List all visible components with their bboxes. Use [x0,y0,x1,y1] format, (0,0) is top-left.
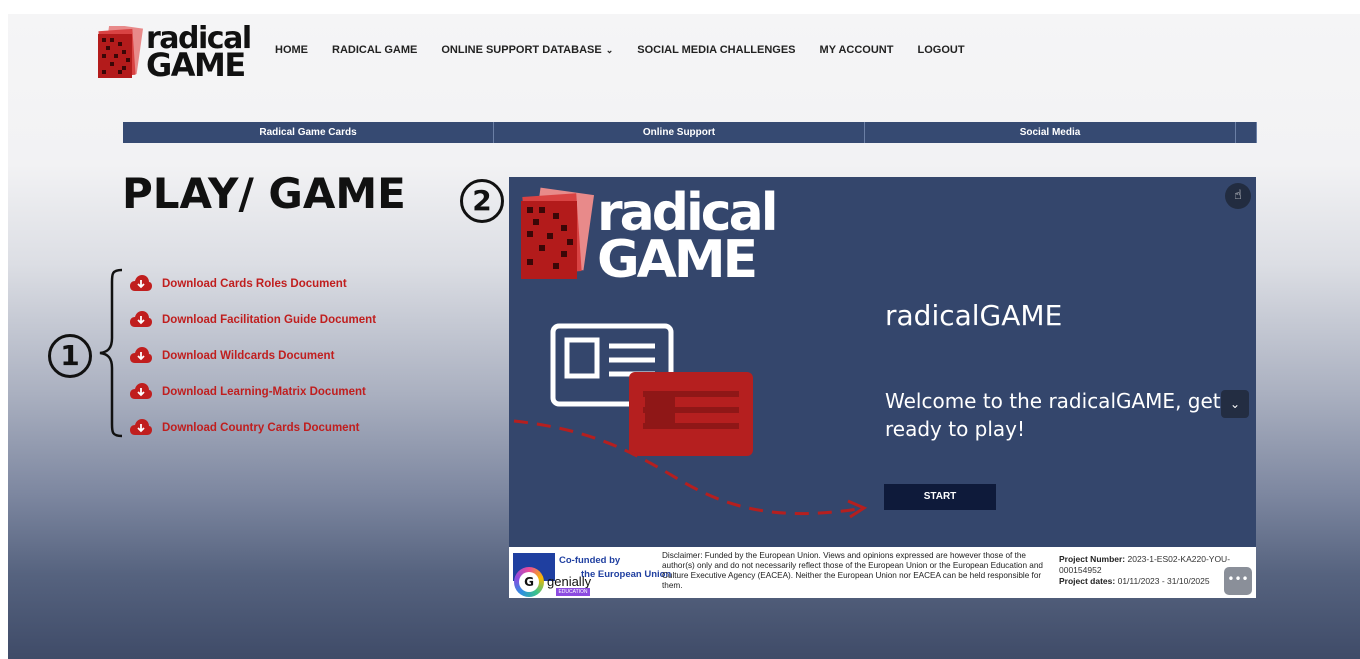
curly-brace-icon [99,268,123,438]
cofunded-line1: Co-funded by [559,555,621,566]
education-badge: EDUCATION [556,588,590,596]
nav-online-support-database-label: ONLINE SUPPORT DATABASE [441,44,602,56]
nav-logout[interactable]: LOGOUT [917,44,964,56]
subnav-social-media[interactable]: Social Media [865,122,1236,143]
download-label: Download Country Cards Document [162,422,360,434]
nav-home[interactable]: HOME [275,44,308,56]
project-dates-label: Project dates: [1059,576,1116,586]
subnav-online-support[interactable]: Online Support [494,122,865,143]
cards-logo-icon [98,26,144,78]
cloud-download-icon [130,347,152,363]
chevron-down-button[interactable]: ⌄ [1221,390,1249,418]
download-cards-roles-link[interactable]: Download Cards Roles Document [130,266,376,302]
start-button[interactable]: START [884,484,996,510]
cloud-download-icon [130,419,152,435]
panel-title: radicalGAME [885,299,1063,332]
download-wildcards-link[interactable]: Download Wildcards Document [130,338,376,374]
download-learning-matrix-link[interactable]: Download Learning-Matrix Document [130,374,376,410]
download-label: Download Wildcards Document [162,350,335,362]
download-label: Download Facilitation Guide Document [162,314,377,326]
cloud-download-icon [130,275,152,291]
download-label: Download Learning-Matrix Document [162,386,366,398]
fullscreen-button[interactable]: ☝ [1225,183,1251,209]
download-label: Download Cards Roles Document [162,278,347,290]
more-options-button[interactable]: ••• [1224,567,1252,595]
project-info: Project Number: 2023-1-ES02-KA220-YOU-00… [1059,554,1239,587]
subnav-radical-game-cards[interactable]: Radical Game Cards [123,122,494,143]
project-number-label: Project Number: [1059,554,1126,564]
genially-logo-icon[interactable] [514,567,544,597]
panel-subtitle: Welcome to the radicalGAME, get ready to… [885,389,1221,441]
subnav-spacer [1236,122,1257,143]
disclaimer-text: Disclaimer: Funded by the European Union… [662,551,1043,590]
cloud-download-icon [130,383,152,399]
annotation-marker-1: 1 [48,334,92,378]
panel-logo: radical GAME [517,187,779,290]
site-logo[interactable]: radical GAME [96,22,252,84]
cloud-download-icon [130,311,152,327]
chevron-down-icon: ⌄ [605,44,614,55]
genially-wordmark[interactable]: genially [547,574,591,589]
page-title: PLAY/ GAME [122,169,406,218]
panel-footer: Co-funded by the European Union genially… [509,547,1256,598]
nav-my-account[interactable]: MY ACCOUNT [820,44,894,56]
dashed-arrow-icon [513,419,868,519]
panel-logo-game: GAME [597,230,758,290]
nav-social-media-challenges[interactable]: SOCIAL MEDIA CHALLENGES [637,44,795,56]
logo-text-game: GAME [146,46,246,84]
project-dates-value: 01/11/2023 - 31/10/2025 [1117,576,1210,586]
nav-radical-game[interactable]: RADICAL GAME [332,44,417,56]
cards-logo-icon [521,187,595,279]
annotation-marker-2: 2 [460,179,504,223]
download-facilitation-guide-link[interactable]: Download Facilitation Guide Document [130,302,376,338]
page: radical GAME HOME RADICAL GAME ONLINE SU… [8,14,1360,659]
nav-online-support-database[interactable]: ONLINE SUPPORT DATABASE ⌄ [441,44,613,56]
cofunded-text: Co-funded by the European Union [559,555,671,580]
cofunded-line2: the European Union [581,569,672,580]
download-list: Download Cards Roles Document Download F… [130,266,376,446]
download-country-cards-link[interactable]: Download Country Cards Document [130,410,376,446]
sub-nav: Radical Game Cards Online Support Social… [123,122,1257,143]
main-nav: HOME RADICAL GAME ONLINE SUPPORT DATABAS… [275,44,965,56]
